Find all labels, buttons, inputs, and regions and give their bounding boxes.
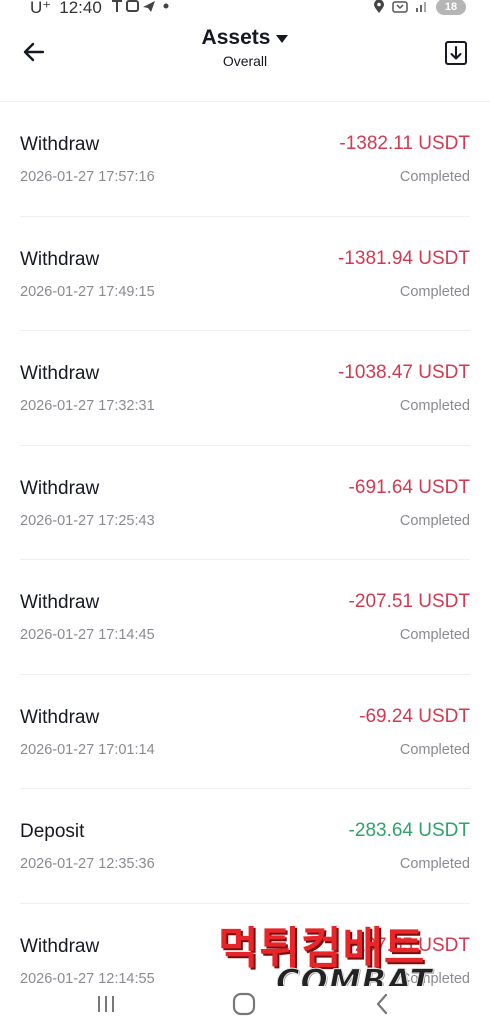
home-icon xyxy=(232,992,256,1016)
transaction-amount: -1038.47 USDT xyxy=(337,362,470,383)
transaction-row[interactable]: Withdraw 2026-01-27 17:14:45 -207.51 USD… xyxy=(20,560,470,675)
title-block: Assets Overall xyxy=(0,26,490,69)
transaction-status: Completed xyxy=(399,169,470,185)
location-icon xyxy=(374,0,384,13)
notification-icons xyxy=(110,0,172,17)
transaction-status: Completed xyxy=(399,741,470,758)
download-button[interactable] xyxy=(444,40,468,66)
transaction-row[interactable]: Withdraw 2026-01-27 12:14:55 -207.55 USD… xyxy=(20,904,470,989)
asset-scope-dropdown[interactable]: Assets xyxy=(202,26,289,50)
transaction-amount: -283.64 USDT xyxy=(348,820,470,841)
chevron-left-icon xyxy=(376,993,388,1015)
battery-indicator: 18 xyxy=(436,0,466,15)
transaction-type: Withdraw xyxy=(20,363,100,384)
transaction-status: Completed xyxy=(399,970,470,987)
wifi-data-icon xyxy=(392,1,408,13)
home-button[interactable] xyxy=(224,990,264,1018)
transaction-row[interactable]: Withdraw 2026-01-27 17:25:43 -691.64 USD… xyxy=(20,446,470,560)
transaction-status: Completed xyxy=(399,512,470,529)
transaction-datetime: 2026-01-27 17:01:14 xyxy=(20,741,155,758)
status-left: U⁺ 12:40 xyxy=(30,0,172,18)
transaction-type: Withdraw xyxy=(20,592,100,613)
transaction-amount: -1382.11 USDT xyxy=(339,133,470,154)
transaction-type: Withdraw xyxy=(20,134,100,155)
transaction-type: Withdraw xyxy=(20,477,100,499)
transaction-status: Completed xyxy=(399,856,470,872)
download-icon xyxy=(445,41,467,65)
transaction-amount: -691.64 USDT xyxy=(348,476,470,498)
transaction-amount: -69.24 USDT xyxy=(359,705,470,727)
transaction-datetime: 2026-01-27 12:14:55 xyxy=(20,970,155,987)
notification-glyphs-icon xyxy=(111,0,169,12)
transaction-type: Withdraw xyxy=(20,935,100,957)
transaction-datetime: 2026-01-27 17:49:15 xyxy=(20,283,155,300)
nav-back-button[interactable] xyxy=(362,990,402,1018)
transaction-status: Completed xyxy=(399,283,470,300)
transaction-type: Deposit xyxy=(20,821,85,842)
transaction-datetime: 2026-01-27 17:14:45 xyxy=(20,627,155,643)
transaction-row[interactable]: Withdraw 2026-01-27 17:01:14 -69.24 USDT… xyxy=(20,675,470,789)
transaction-datetime: 2026-01-27 17:32:31 xyxy=(20,398,155,414)
status-right: 18 xyxy=(373,0,466,15)
recent-apps-icon xyxy=(98,996,114,1012)
page-subtitle: Overall xyxy=(222,53,268,69)
transaction-amount: -207.55 USDT xyxy=(348,934,470,956)
carrier-label: U⁺ xyxy=(30,0,52,17)
caret-down-icon xyxy=(276,35,289,43)
signal-bars-icon xyxy=(416,1,426,12)
status-bar: U⁺ 12:40 18 xyxy=(0,0,490,18)
transaction-amount: -207.51 USDT xyxy=(348,591,470,612)
system-nav-bar xyxy=(0,986,490,1024)
transaction-datetime: 2026-01-27 17:25:43 xyxy=(20,512,155,529)
transaction-row[interactable]: Deposit 2026-01-27 12:35:36 -283.64 USDT… xyxy=(20,789,470,904)
transaction-type: Withdraw xyxy=(20,248,100,270)
transaction-datetime: 2026-01-27 17:57:16 xyxy=(20,169,155,185)
clock: 12:40 xyxy=(59,0,102,17)
transaction-row[interactable]: Withdraw 2026-01-27 17:57:16 -1382.11 US… xyxy=(20,102,470,217)
page-header: Assets Overall xyxy=(0,18,490,102)
transaction-datetime: 2026-01-27 12:35:36 xyxy=(20,856,155,872)
page-title: Assets xyxy=(201,26,271,49)
transaction-list: Withdraw 2026-01-27 17:57:16 -1382.11 US… xyxy=(0,102,490,988)
transaction-amount: -1381.94 USDT xyxy=(337,247,470,269)
transaction-type: Withdraw xyxy=(20,706,100,728)
transaction-row[interactable]: Withdraw 2026-01-27 17:32:31 -1038.47 US… xyxy=(20,331,470,446)
transaction-row[interactable]: Withdraw 2026-01-27 17:49:15 -1381.94 US… xyxy=(20,217,470,331)
signal-icon xyxy=(415,0,429,15)
transaction-status: Completed xyxy=(399,627,470,643)
recent-apps-button[interactable] xyxy=(86,990,126,1018)
transaction-status: Completed xyxy=(399,398,470,414)
